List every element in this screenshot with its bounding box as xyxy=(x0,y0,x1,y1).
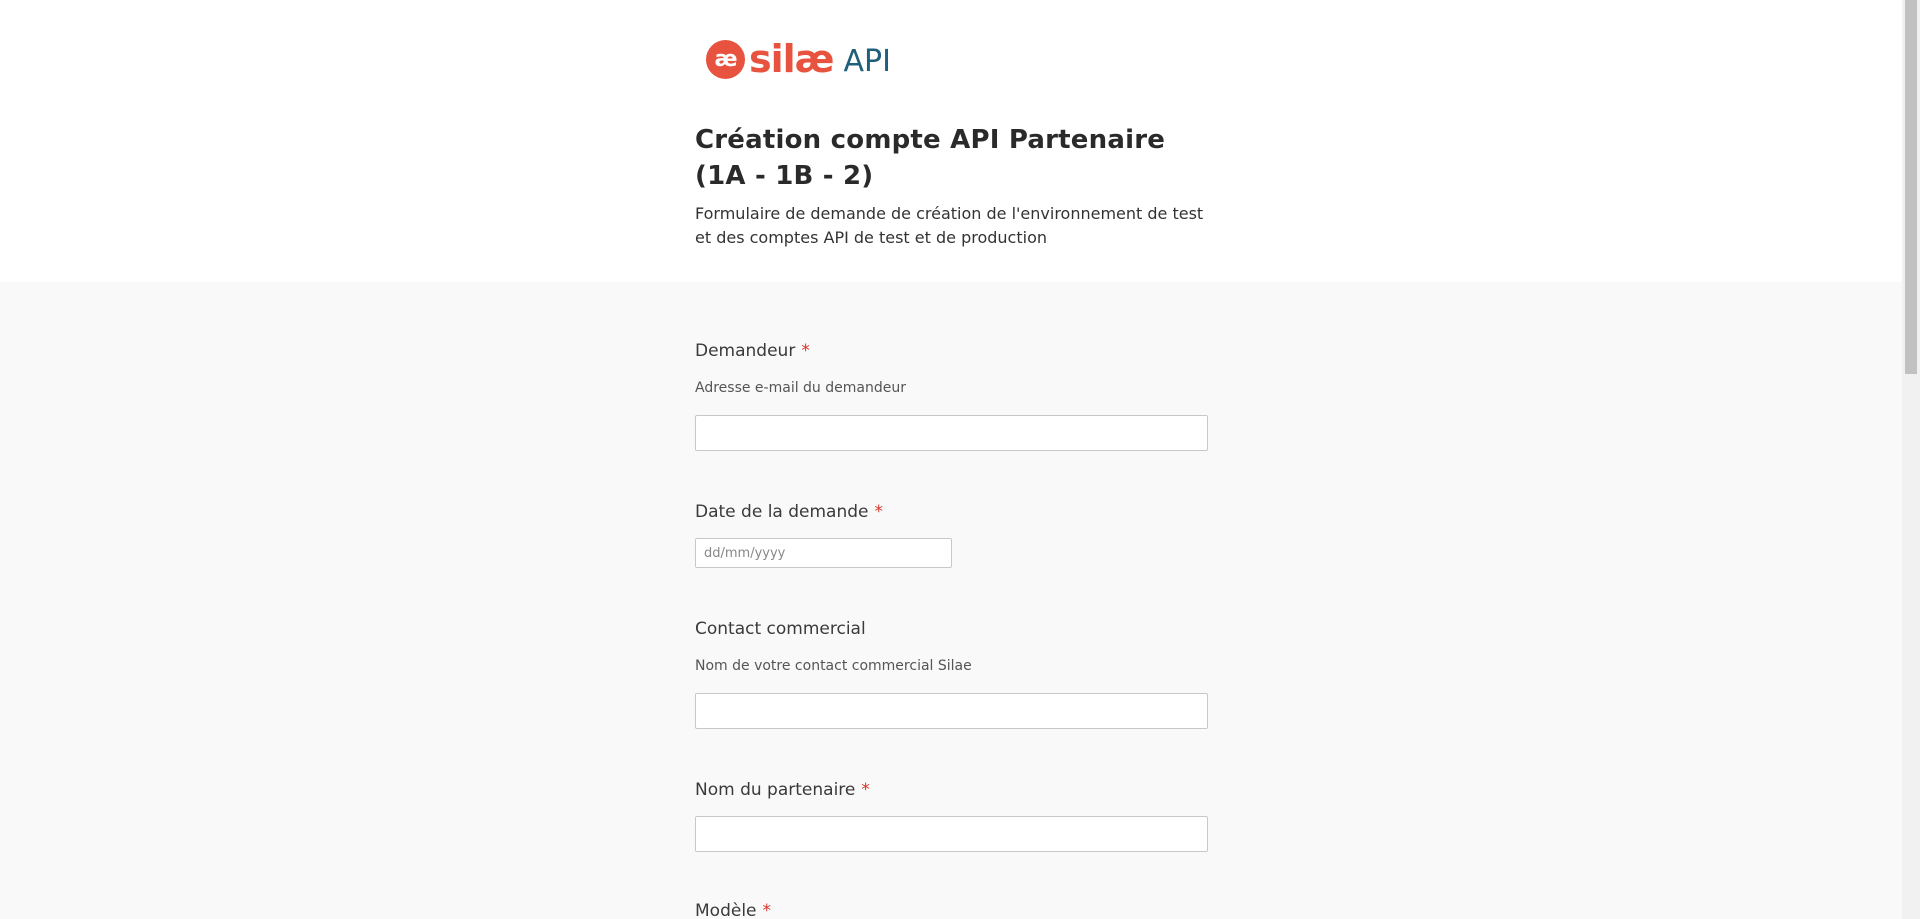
silae-api-logo: æ silæ API xyxy=(706,36,891,82)
scrollbar-thumb[interactable] xyxy=(1905,0,1917,374)
form-header: æ silæ API Création compte API Partenair… xyxy=(0,0,1902,282)
requester-email-input[interactable] xyxy=(695,415,1208,451)
silae-logo-icon: æ xyxy=(706,39,745,79)
request-date-input[interactable] xyxy=(695,538,952,568)
form-subtitle: Formulaire de demande de création de l'e… xyxy=(695,204,1204,247)
request-date-label: Date de la demande * xyxy=(695,502,883,522)
logo-product: API xyxy=(843,44,891,79)
sales-contact-hint: Nom de votre contact commercial Silae xyxy=(695,658,972,674)
logo-wordmark: silæ xyxy=(749,37,834,81)
required-mark: * xyxy=(801,341,810,361)
required-mark: * xyxy=(762,901,772,919)
required-mark: * xyxy=(874,502,884,522)
required-mark: * xyxy=(861,780,870,800)
page-scrollbar[interactable] xyxy=(1902,0,1920,919)
form-title: Création compte API Partenaire (1A - 1B … xyxy=(695,125,1166,191)
partner-name-input[interactable] xyxy=(695,816,1208,852)
partner-name-label: Nom du partenaire * xyxy=(695,780,870,800)
sales-contact-input[interactable] xyxy=(695,693,1208,729)
model-label: Modèle * xyxy=(695,901,772,919)
requester-hint: Adresse e-mail du demandeur xyxy=(695,380,906,396)
requester-label: Demandeur * xyxy=(695,341,810,361)
sales-contact-label: Contact commercial xyxy=(695,619,866,639)
